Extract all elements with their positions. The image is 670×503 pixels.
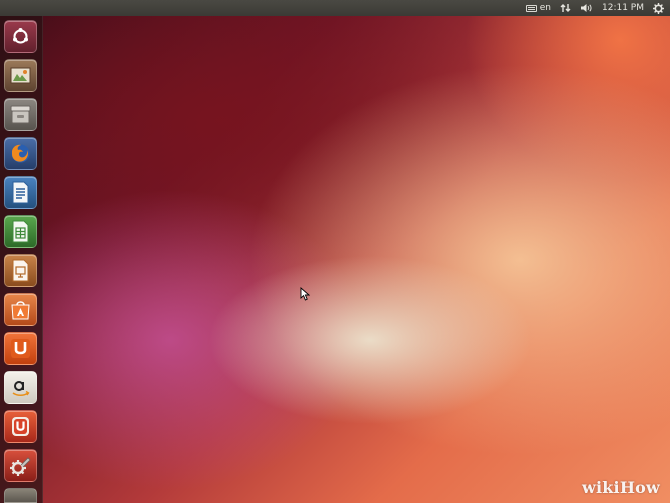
session-gear-icon	[653, 2, 664, 14]
amazon-icon	[12, 381, 30, 397]
network-indicator[interactable]	[560, 3, 571, 13]
network-icon	[560, 4, 571, 12]
keyboard-layout-label: en	[539, 3, 551, 13]
launcher-item-system-settings[interactable]	[4, 449, 37, 482]
clock-label: 12:11 PM	[602, 3, 644, 13]
launcher-item-software-center[interactable]	[4, 293, 37, 326]
launcher-item-dash-home[interactable]	[4, 20, 37, 53]
system-settings-icon	[10, 457, 31, 476]
launcher	[0, 16, 43, 503]
launcher-item-workspace-switcher[interactable]	[4, 59, 37, 92]
volume-icon	[581, 4, 592, 12]
launcher-item-files[interactable]	[4, 98, 37, 131]
files-icon	[10, 105, 31, 124]
launcher-item-ubuntu-one-music[interactable]	[4, 410, 37, 443]
launcher-item-firefox[interactable]	[4, 137, 37, 170]
clock-indicator[interactable]: 12:11 PM	[602, 3, 644, 13]
libreoffice-impress-icon	[12, 259, 29, 282]
firefox-icon	[11, 144, 30, 163]
libreoffice-calc-icon	[12, 220, 29, 243]
keyboard-indicator[interactable]: en	[525, 3, 551, 13]
session-menu[interactable]	[653, 2, 664, 14]
desktop-wallpaper[interactable]: en 12:11 PM wikiHow	[0, 0, 670, 503]
mouse-cursor-icon	[300, 287, 310, 301]
launcher-item-ubuntu-one[interactable]	[4, 332, 37, 365]
libreoffice-writer-icon	[12, 181, 29, 204]
launcher-item-libreoffice-calc[interactable]	[4, 215, 37, 248]
top-panel: en 12:11 PM	[0, 0, 670, 16]
launcher-item-trash-partial[interactable]	[4, 488, 37, 503]
volume-indicator[interactable]	[580, 3, 593, 13]
workspace-switcher-icon	[10, 67, 31, 84]
keyboard-icon	[525, 4, 537, 12]
ubuntu-one-music-icon	[12, 417, 29, 436]
wikihow-watermark: wikiHow	[582, 478, 660, 497]
launcher-item-libreoffice-impress[interactable]	[4, 254, 37, 287]
ubuntu-one-icon	[11, 339, 30, 358]
launcher-item-libreoffice-writer[interactable]	[4, 176, 37, 209]
software-center-icon	[11, 301, 30, 320]
ubuntu-dash-icon	[13, 28, 28, 44]
launcher-item-amazon[interactable]	[4, 371, 37, 404]
